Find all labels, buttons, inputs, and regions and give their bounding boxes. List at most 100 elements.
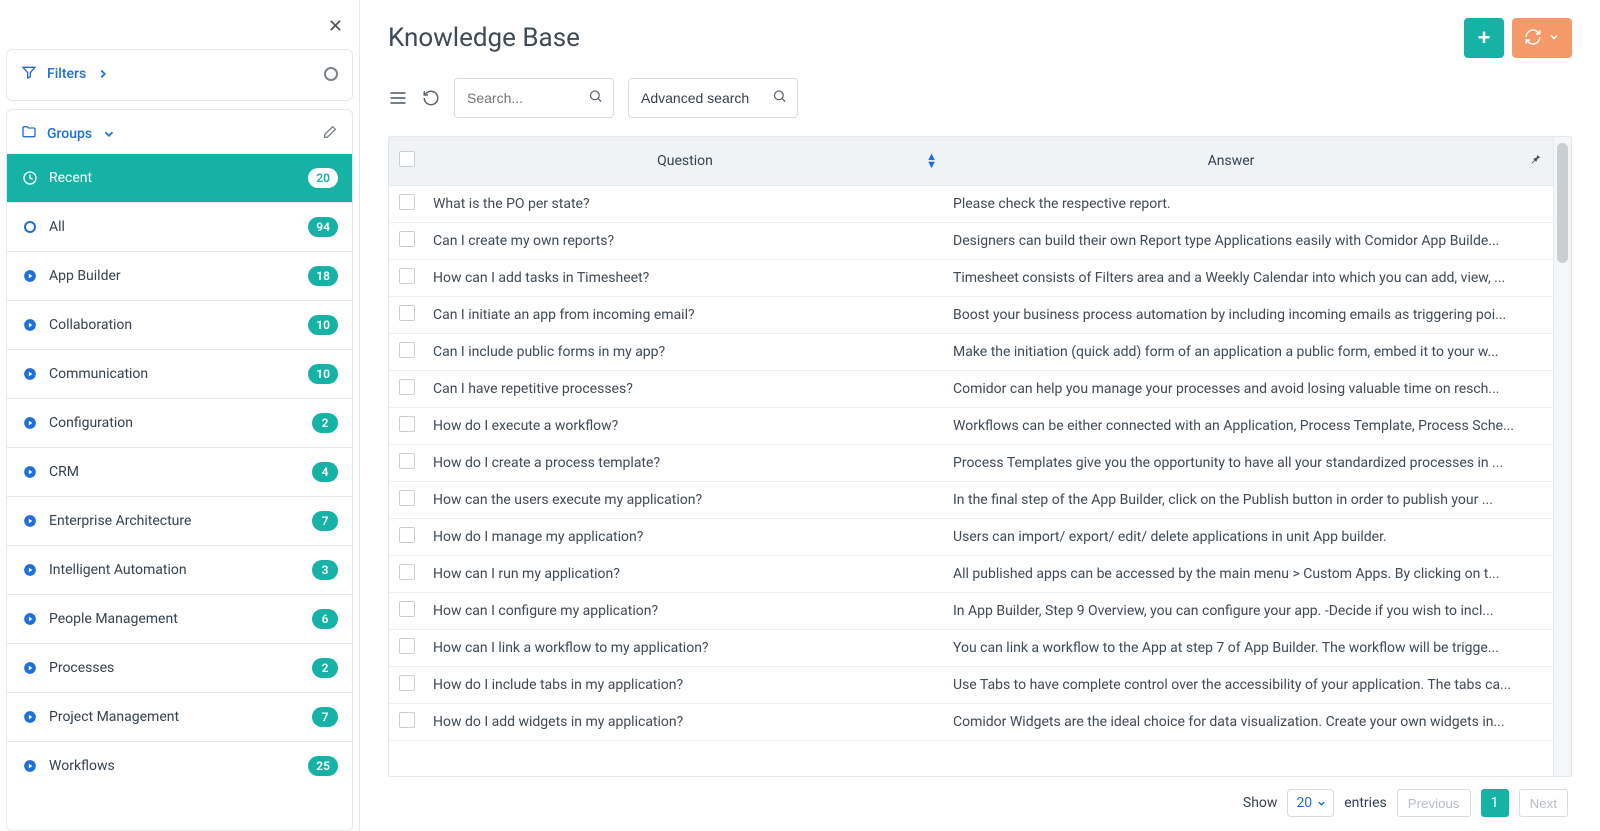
cell-answer: Make the initiation (quick add) form of … [945, 333, 1553, 370]
sidebar-item-processes[interactable]: Processes2 [7, 643, 352, 692]
add-button[interactable]: + [1464, 18, 1504, 58]
sidebar-item-people-management[interactable]: People Management6 [7, 594, 352, 643]
sidebar-item-label: Communication [49, 366, 148, 382]
search-icon[interactable] [588, 89, 603, 108]
table-row[interactable]: How do I add widgets in my application?C… [389, 703, 1553, 740]
next-button[interactable]: Next [1519, 789, 1568, 817]
table-row[interactable]: How can I run my application?All publish… [389, 555, 1553, 592]
column-header-question[interactable]: Question ▲▼ [425, 137, 945, 185]
search-icon[interactable] [772, 89, 787, 108]
close-icon[interactable]: ✕ [324, 12, 347, 41]
entries-label: entries [1344, 795, 1387, 811]
plus-icon: + [1478, 25, 1491, 51]
table-row[interactable]: How do I execute a workflow?Workflows ca… [389, 407, 1553, 444]
arrow-right-circle-icon [21, 267, 39, 285]
checkbox[interactable] [399, 564, 415, 580]
count-badge: 2 [312, 413, 338, 433]
checkbox[interactable] [399, 416, 415, 432]
table-row[interactable]: Can I include public forms in my app?Mak… [389, 333, 1553, 370]
cell-question: How do I include tabs in my application? [425, 666, 945, 703]
sidebar-item-app-builder[interactable]: App Builder18 [7, 251, 352, 300]
sort-icon[interactable]: ▲▼ [926, 153, 937, 169]
checkbox[interactable] [399, 305, 415, 321]
cell-question: How can I configure my application? [425, 592, 945, 629]
table-row[interactable]: How can I configure my application?In Ap… [389, 592, 1553, 629]
sidebar-item-collaboration[interactable]: Collaboration10 [7, 300, 352, 349]
table-row[interactable]: Can I have repetitive processes?Comidor … [389, 370, 1553, 407]
table-row[interactable]: How do I create a process template?Proce… [389, 444, 1553, 481]
table-row[interactable]: How do I include tabs in my application?… [389, 666, 1553, 703]
column-header-answer[interactable]: Answer [945, 137, 1517, 185]
page-size-select[interactable]: 20 [1287, 789, 1334, 817]
table-row[interactable]: Can I initiate an app from incoming emai… [389, 296, 1553, 333]
scrollbar[interactable] [1553, 137, 1571, 776]
refresh-dropdown-button[interactable] [1512, 18, 1572, 58]
table-row[interactable]: How can I add tasks in Timesheet?Timeshe… [389, 259, 1553, 296]
page-title: Knowledge Base [388, 23, 580, 53]
cell-answer: All published apps can be accessed by th… [945, 555, 1553, 592]
pin-icon [1528, 154, 1542, 170]
scrollbar-thumb[interactable] [1557, 143, 1568, 263]
checkbox[interactable] [399, 675, 415, 691]
checkbox[interactable] [399, 638, 415, 654]
groups-section-header[interactable]: Groups [7, 110, 352, 154]
clock-icon [21, 169, 39, 187]
chevron-down-icon [102, 127, 116, 141]
current-page[interactable]: 1 [1481, 789, 1509, 817]
table-row[interactable]: Can I create my own reports?Designers ca… [389, 222, 1553, 259]
sidebar-item-label: Intelligent Automation [49, 562, 187, 578]
filters-section-header[interactable]: Filters [7, 50, 352, 94]
cell-answer: You can link a workflow to the App at st… [945, 629, 1553, 666]
filters-label: Filters [47, 66, 86, 82]
cell-question: Can I have repetitive processes? [425, 370, 945, 407]
checkbox[interactable] [399, 453, 415, 469]
circle-icon[interactable] [324, 67, 338, 81]
sidebar-item-label: All [49, 219, 65, 235]
checkbox[interactable] [399, 379, 415, 395]
checkbox[interactable] [399, 527, 415, 543]
checkbox[interactable] [399, 194, 415, 210]
sidebar-item-label: CRM [49, 464, 79, 480]
cell-answer: Timesheet consists of Filters area and a… [945, 259, 1553, 296]
cell-question: How do I manage my application? [425, 518, 945, 555]
cell-question: How can the users execute my application… [425, 481, 945, 518]
show-label: Show [1243, 795, 1278, 811]
cell-answer: Comidor Widgets are the ideal choice for… [945, 703, 1553, 740]
table-row[interactable]: How can the users execute my application… [389, 481, 1553, 518]
sidebar-item-all[interactable]: All94 [7, 202, 352, 251]
sidebar-item-enterprise-architecture[interactable]: Enterprise Architecture7 [7, 496, 352, 545]
checkbox[interactable] [399, 712, 415, 728]
sidebar-item-configuration[interactable]: Configuration2 [7, 398, 352, 447]
data-table: Question ▲▼ Answer [388, 136, 1572, 777]
advanced-search-box [628, 78, 798, 118]
cell-answer: Comidor can help you manage your process… [945, 370, 1553, 407]
sidebar-item-communication[interactable]: Communication10 [7, 349, 352, 398]
checkbox[interactable] [399, 490, 415, 506]
sidebar-item-crm[interactable]: CRM4 [7, 447, 352, 496]
checkbox[interactable] [399, 268, 415, 284]
previous-button[interactable]: Previous [1397, 789, 1471, 817]
checkbox[interactable] [399, 601, 415, 617]
sidebar-item-project-management[interactable]: Project Management7 [7, 692, 352, 741]
sidebar-item-label: Enterprise Architecture [49, 513, 191, 529]
cell-question: How can I link a workflow to my applicat… [425, 629, 945, 666]
reload-icon[interactable] [422, 89, 440, 107]
table-row[interactable]: What is the PO per state?Please check th… [389, 185, 1553, 222]
column-header-pin[interactable] [1517, 137, 1553, 185]
cell-question: Can I create my own reports? [425, 222, 945, 259]
table-row[interactable]: How do I manage my application?Users can… [389, 518, 1553, 555]
cell-answer: In App Builder, Step 9 Overview, you can… [945, 592, 1553, 629]
edit-icon[interactable] [322, 124, 338, 144]
sidebar-item-intelligent-automation[interactable]: Intelligent Automation3 [7, 545, 352, 594]
cell-answer: Please check the respective report. [945, 185, 1553, 222]
checkbox[interactable] [399, 151, 415, 167]
menu-icon[interactable] [388, 88, 408, 108]
sidebar-item-recent[interactable]: Recent20 [7, 154, 352, 202]
groups-label: Groups [47, 126, 92, 142]
sidebar-item-workflows[interactable]: Workflows25 [7, 741, 352, 790]
checkbox[interactable] [399, 231, 415, 247]
arrow-right-circle-icon [21, 365, 39, 383]
table-row[interactable]: How can I link a workflow to my applicat… [389, 629, 1553, 666]
column-header-checkbox[interactable] [389, 137, 425, 185]
checkbox[interactable] [399, 342, 415, 358]
